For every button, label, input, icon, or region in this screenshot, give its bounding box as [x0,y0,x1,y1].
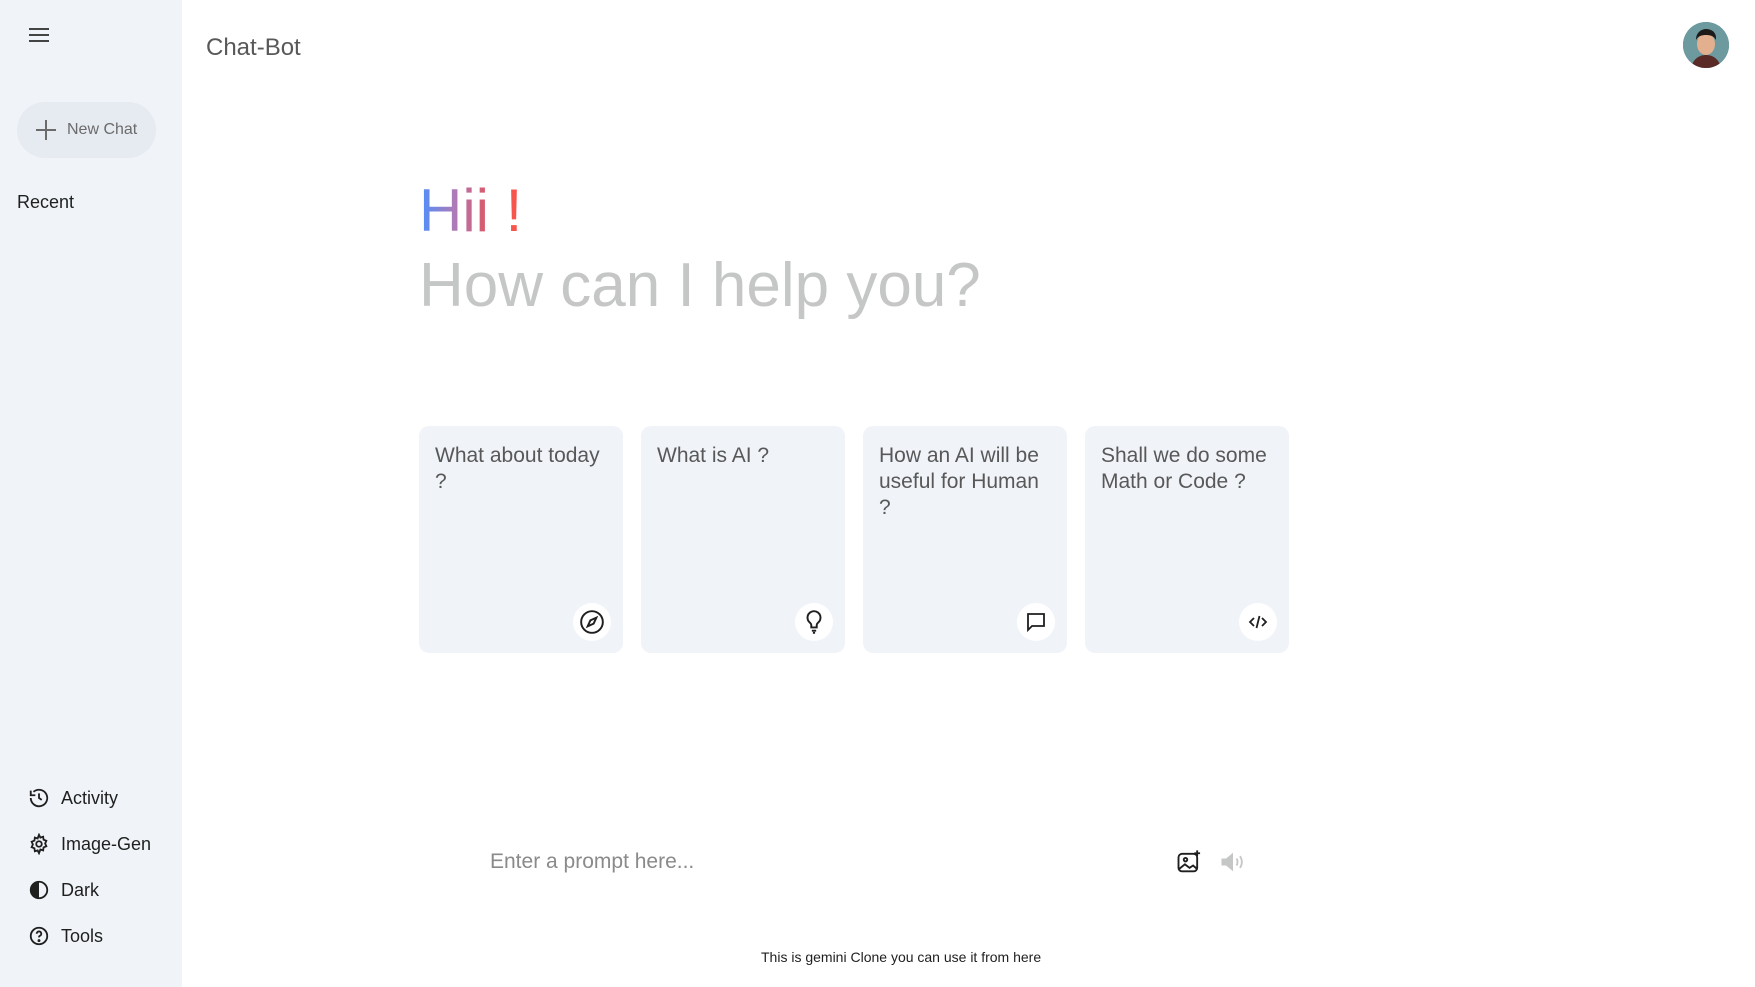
prompt-input[interactable] [488,849,1160,875]
greeting-question: How can I help you? [419,251,981,320]
suggestion-card[interactable]: Shall we do some Math or Code ? [1085,426,1289,653]
menu-icon[interactable] [27,24,51,46]
prompt-bar [488,838,1248,886]
sidebar-item-label: Dark [61,879,100,900]
suggestion-card[interactable]: How an AI will be useful for Human ? [863,426,1067,653]
message-icon [1017,603,1055,641]
compass-icon [573,603,611,641]
new-chat-label: New Chat [67,121,138,138]
history-icon [27,786,51,810]
sidebar: New Chat Recent Activity Image-Gen Dark [0,0,182,987]
plus-icon [33,117,59,143]
sidebar-item-label: Activity [61,787,119,808]
code-icon [1239,603,1277,641]
suggestion-card[interactable]: What about today ? [419,426,623,653]
gear-icon [27,832,51,856]
sidebar-item-dark[interactable]: Dark [27,879,151,901]
bulb-icon [795,603,833,641]
speaker-icon[interactable] [1218,847,1248,877]
card-text: What about today ? [435,444,600,493]
sidebar-item-label: Tools [61,925,104,946]
card-text: How an AI will be useful for Human ? [879,444,1039,519]
new-chat-button[interactable]: New Chat [17,102,156,158]
sidebar-item-label: Image-Gen [61,833,152,854]
card-text: What is AI ? [657,444,770,467]
app-title: Chat-Bot [206,34,301,61]
greeting-hello: Hii ! [419,177,523,244]
suggestion-card[interactable]: What is AI ? [641,426,845,653]
avatar[interactable] [1683,22,1729,68]
sidebar-item-image-gen[interactable]: Image-Gen [27,833,151,855]
contrast-icon [27,878,51,902]
footer-note: This is gemini Clone you can use it from… [761,949,1042,965]
recent-heading: Recent [17,192,75,212]
sidebar-item-tools[interactable]: Tools [27,925,151,947]
sidebar-bottom-menu: Activity Image-Gen Dark Tools [27,787,151,971]
suggestion-cards: What about today ? What is AI ? How an A… [419,426,1289,653]
image-upload-icon[interactable] [1174,847,1204,877]
sidebar-item-activity[interactable]: Activity [27,787,151,809]
help-icon [27,924,51,948]
card-text: Shall we do some Math or Code ? [1101,444,1267,493]
